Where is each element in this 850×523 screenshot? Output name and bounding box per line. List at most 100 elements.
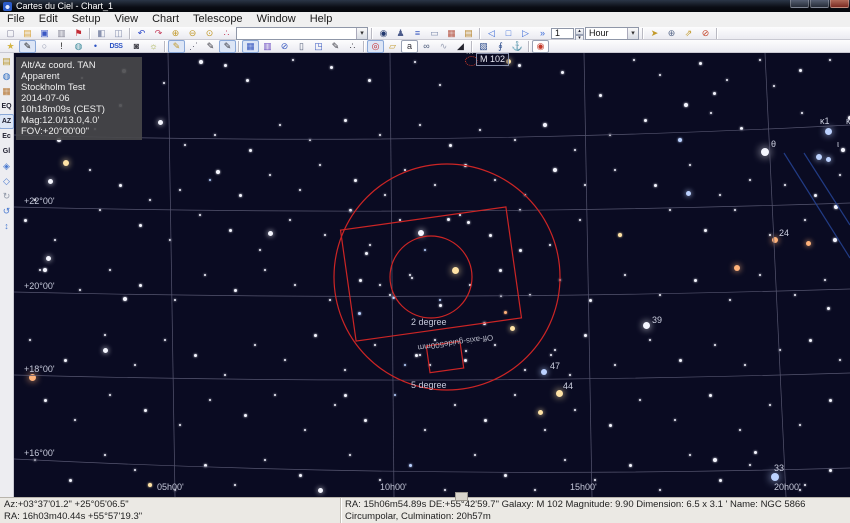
pen-dark2-icon[interactable]: ✎ — [327, 40, 344, 53]
object-search-combo[interactable]: ▾ — [236, 27, 368, 40]
image-frame-icon[interactable]: ▭ — [426, 27, 443, 40]
time-step-value[interactable]: 1 — [551, 28, 574, 39]
zoom-in-icon[interactable]: ⊕ — [167, 27, 184, 40]
pane-splitter-grip[interactable] — [455, 492, 468, 501]
star-label: 33 — [774, 463, 784, 473]
menu-help[interactable]: Help — [303, 12, 340, 27]
dotted-trail-icon[interactable]: ∴ — [344, 40, 361, 53]
coord-eq-button[interactable]: EQ — [0, 99, 14, 114]
chevron-down-icon[interactable]: ▾ — [356, 28, 367, 39]
menu-setup[interactable]: Setup — [65, 12, 108, 27]
time-now-icon[interactable]: □ — [500, 27, 517, 40]
show-asteroids-icon[interactable]: ! — [53, 40, 70, 53]
chain-link-icon[interactable]: ∞ — [418, 40, 435, 53]
show-picture-icon[interactable]: ☼ — [145, 40, 162, 53]
telescope-goto-icon[interactable]: ⊕ — [663, 27, 680, 40]
center-cursor-icon[interactable]: ◇ — [0, 174, 14, 189]
date-time-icon[interactable]: ▦ — [443, 27, 460, 40]
zoom-out-icon[interactable]: ⊖ — [184, 27, 201, 40]
chevron-down-icon[interactable]: ▾ — [627, 28, 638, 39]
redo-icon[interactable]: ↷ — [150, 27, 167, 40]
telescope-sync-icon[interactable]: ⇗ — [680, 27, 697, 40]
menu-edit[interactable]: Edit — [32, 12, 65, 27]
world-map-icon[interactable]: ◍ — [0, 69, 14, 84]
cursor-coordinates: Az:+03°37'01.2" +25°05'06.5" RA: 16h03m4… — [0, 498, 341, 523]
label-toggle-icon[interactable]: a — [401, 40, 418, 53]
coord-az-button[interactable]: AZ — [0, 114, 14, 129]
finder-circle-icon[interactable]: ◎ — [367, 40, 384, 53]
toolbar-separator — [363, 41, 365, 52]
meteor-trail-icon[interactable]: ⋰ — [185, 40, 202, 53]
rotate-cw-icon[interactable]: ↻ — [0, 189, 14, 204]
show-nebulae-icon[interactable]: • — [87, 40, 104, 53]
draw-tool-icon[interactable]: ✎ — [168, 40, 185, 53]
config-folder-icon[interactable]: ▧ — [475, 40, 492, 53]
time-step-unit-combo[interactable]: Hour▾ — [585, 27, 639, 40]
menu-telescope[interactable]: Telescope — [186, 12, 250, 27]
menu-file[interactable]: File — [0, 12, 32, 27]
svg-text:Off-axis-guide500mm: Off-axis-guide500mm — [417, 333, 494, 353]
undo-icon[interactable]: ↶ — [133, 27, 150, 40]
altitude-grid-label: +20°00' — [24, 281, 55, 291]
window-controls — [790, 0, 849, 8]
close-button[interactable] — [830, 0, 849, 8]
chart-info-box: Alt/Az coord. TANApparentStockholm Test2… — [16, 57, 142, 140]
default-chart-icon[interactable]: ⚑ — [70, 27, 87, 40]
search-binoculars-icon[interactable]: ◉ — [375, 27, 392, 40]
star-label: θ — [771, 139, 776, 149]
zoom-default-icon[interactable]: ⊙ — [201, 27, 218, 40]
show-stars-icon[interactable]: ★ — [2, 40, 19, 53]
background-image-icon[interactable]: ◙ — [128, 40, 145, 53]
sky-background-icon[interactable]: ▦ — [0, 84, 14, 99]
coord-gl-button[interactable]: Gl — [0, 144, 14, 159]
attach-link-icon[interactable]: ∮ — [492, 40, 509, 53]
coord-ec-button[interactable]: Ec — [0, 129, 14, 144]
observatory-marker-icon[interactable]: ▯ — [293, 40, 310, 53]
flip-vertical-icon[interactable]: ↕ — [0, 219, 14, 234]
anchor-icon[interactable]: ⚓ — [509, 40, 526, 53]
time-step-forward-icon[interactable]: ▷ — [517, 27, 534, 40]
copy-chart-icon[interactable]: ◧ — [93, 27, 110, 40]
sky-chart[interactable]: Off-axis-guide500mm+22°00'+20°00'+18°00'… — [14, 53, 850, 497]
ephemeris-grid-icon[interactable]: ▥ — [259, 40, 276, 53]
time-step-back-icon[interactable]: ◁ — [483, 27, 500, 40]
object-list-icon[interactable]: ≡ — [409, 27, 426, 40]
limit-magnitude-icon[interactable]: ∴ — [218, 27, 235, 40]
open-folder-icon[interactable]: ▤ — [19, 27, 36, 40]
menu-view[interactable]: View — [107, 12, 145, 27]
dss-image-icon[interactable]: DSS — [104, 40, 128, 53]
chart-pen-icon[interactable]: ✎ — [19, 40, 36, 53]
save-icon[interactable]: ▣ — [36, 27, 53, 40]
observer-position-icon[interactable]: ♟ — [392, 27, 409, 40]
star-label: κ — [846, 116, 850, 126]
telescope-connect-icon[interactable]: ➤ — [646, 27, 663, 40]
horizon-fill-icon[interactable]: ◢ — [452, 40, 469, 53]
pan-move-icon[interactable]: ◈ — [0, 159, 14, 174]
print-chart-icon[interactable]: ▤ — [0, 54, 14, 69]
field-frame-icon[interactable]: ◳ — [310, 40, 327, 53]
rotate-ccw-icon[interactable]: ↺ — [0, 204, 14, 219]
pencil-dark-icon[interactable]: ✎ — [202, 40, 219, 53]
show-planets-icon[interactable]: ○ — [36, 40, 53, 53]
cursor-radec: RA: 16h03m40.44s +55°57'19.3" — [4, 511, 336, 523]
minimize-button[interactable] — [790, 0, 809, 8]
grid-toggle-icon[interactable]: ▦ — [242, 40, 259, 53]
show-milkyway-icon[interactable]: ◍ — [70, 40, 87, 53]
spinner-up-icon[interactable]: ▴ — [575, 28, 584, 35]
telescope-abort-icon[interactable]: ⊘ — [697, 27, 714, 40]
clouds-icon[interactable]: ∿ — [435, 40, 452, 53]
new-file-icon[interactable]: ▢ — [2, 27, 19, 40]
multi-window-icon[interactable]: ◫ — [110, 27, 127, 40]
night-vision-icon[interactable]: ◉ — [532, 40, 549, 53]
eraser-icon[interactable]: ▱ — [384, 40, 401, 53]
chart-layers-icon[interactable]: ▤ — [460, 27, 477, 40]
menu-window[interactable]: Window — [250, 12, 303, 27]
star-label: κ1 — [820, 116, 830, 126]
maximize-button[interactable] — [810, 0, 829, 8]
compass-rose-icon[interactable]: ⊘ — [276, 40, 293, 53]
menu-chart[interactable]: Chart — [145, 12, 186, 27]
pencil-fill-icon[interactable]: ✎ — [219, 40, 236, 53]
print-icon[interactable]: ▥ — [53, 27, 70, 40]
display-toolbar: ★✎○!◍•DSS◙☼✎⋰✎✎▦▥⊘▯◳✎∴◎▱a∞∿◢▧∮⚓◉ — [0, 40, 850, 53]
time-run-icon[interactable]: » — [534, 27, 551, 40]
